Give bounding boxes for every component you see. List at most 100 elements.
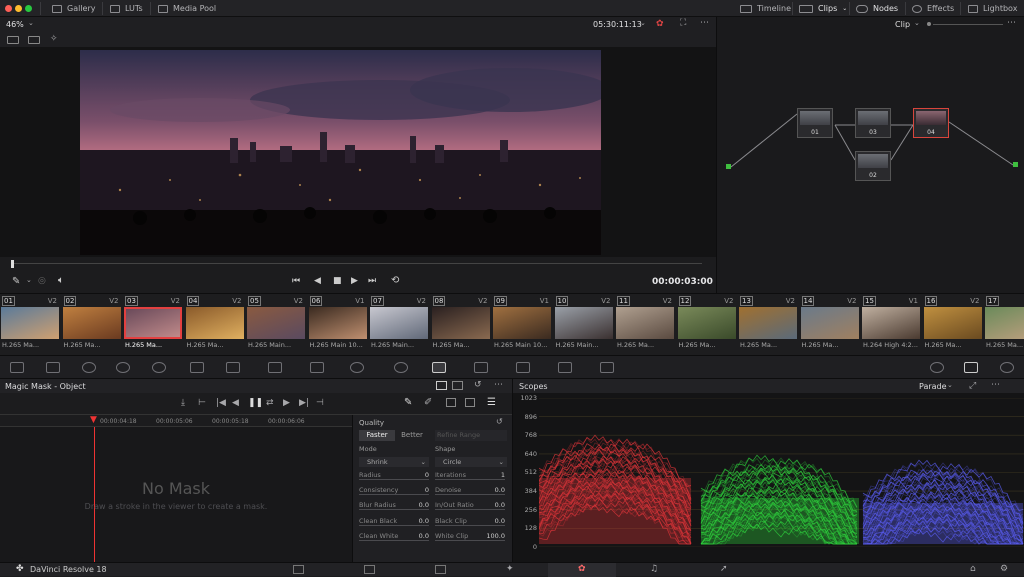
- subtract-stroke-icon[interactable]: ✐: [424, 397, 432, 408]
- info-icon[interactable]: [1000, 362, 1014, 373]
- scope-type-dropdown-icon[interactable]: ⌄: [947, 381, 953, 389]
- qualifier-icon[interactable]: [310, 362, 324, 373]
- mask-options-icon[interactable]: ⋯: [494, 380, 503, 390]
- go-to-start-button[interactable]: ⏮︎: [292, 276, 300, 286]
- clip-thumbnail-15[interactable]: 15 V1 H.264 High 4:2...: [861, 294, 922, 356]
- step-back-icon[interactable]: |◀: [216, 398, 226, 408]
- clip-thumbnail-13[interactable]: 13 V2 H.265 Ma...: [738, 294, 799, 356]
- blur-radius-field[interactable]: Blur Radius 0.0: [359, 501, 429, 510]
- color-page-icon[interactable]: ✿: [578, 564, 586, 574]
- clip-thumbnail-06[interactable]: 06 V1 H.265 Main 10...: [308, 294, 369, 356]
- clean-white-field[interactable]: Clean White 0.0: [359, 532, 429, 541]
- mask-overlay-icon[interactable]: [436, 381, 447, 390]
- fusion-page-icon[interactable]: ✦: [506, 564, 514, 574]
- quality-reset-icon[interactable]: ↺: [496, 417, 503, 426]
- feature-mask-icon[interactable]: [465, 398, 475, 407]
- track-both-icon[interactable]: ⇄: [266, 398, 274, 408]
- loop-button[interactable]: ⟲: [391, 275, 399, 286]
- media-pool-button[interactable]: Media Pool: [158, 0, 216, 17]
- lightbox-button[interactable]: Lightbox: [968, 0, 1017, 17]
- nodes-button[interactable]: Nodes: [856, 0, 898, 17]
- fairlight-page-icon[interactable]: ♫: [650, 564, 658, 574]
- close-window-button[interactable]: [5, 5, 12, 12]
- add-stroke-icon[interactable]: ✎: [404, 397, 412, 408]
- play-button[interactable]: ▶: [351, 276, 358, 286]
- mask-view-icon[interactable]: [452, 381, 463, 390]
- viewer-options-icon[interactable]: ⋯: [700, 18, 709, 28]
- track-reverse-icon[interactable]: ◀: [232, 398, 239, 408]
- media-page-icon[interactable]: [293, 565, 304, 574]
- duration-timecode[interactable]: 00:00:03:00: [652, 277, 713, 287]
- timeline-button[interactable]: Timeline: [740, 0, 791, 17]
- mode-select[interactable]: Shrink ⌄: [359, 457, 429, 467]
- consistency-field[interactable]: Consistency 0: [359, 486, 429, 495]
- node-editor[interactable]: Clip ⌄ ⋯ 01 03 04 02: [716, 17, 1024, 293]
- pause-icon[interactable]: ❚❚: [248, 398, 263, 408]
- overlay-icon[interactable]: ◎: [38, 276, 46, 286]
- step-forward-icon[interactable]: ▶|: [299, 398, 309, 408]
- maximize-window-button[interactable]: [25, 5, 32, 12]
- settings-sliders-icon[interactable]: ☰: [487, 397, 496, 408]
- source-timecode[interactable]: 05:30:11:13: [593, 20, 642, 29]
- window-icon[interactable]: [350, 362, 364, 373]
- clip-thumbnail-strip[interactable]: 01 V2 H.265 Ma... 02 V2 H.265 Ma... 03 V2 H.265 …: [0, 293, 1024, 355]
- scopes-toggle-icon[interactable]: [964, 362, 978, 373]
- volume-icon[interactable]: 🔈︎: [58, 275, 64, 286]
- color-match-icon[interactable]: [46, 362, 60, 373]
- clip-thumbnail-11[interactable]: 11 V2 H.265 Ma...: [615, 294, 676, 356]
- clean-black-field[interactable]: Clean Black 0.0: [359, 517, 429, 526]
- eyedropper-dropdown-icon[interactable]: ⌄: [26, 276, 32, 284]
- node-02[interactable]: 02: [855, 151, 891, 181]
- clip-thumbnail-16[interactable]: 16 V2 H.265 Ma...: [923, 294, 984, 356]
- tracker-icon[interactable]: [394, 362, 408, 373]
- deliver-page-icon[interactable]: ➚: [720, 564, 728, 574]
- zoom-dropdown-icon[interactable]: ⌄: [28, 19, 34, 27]
- track-forward-frame-icon[interactable]: ⊣: [316, 398, 324, 408]
- mask-timeline-area[interactable]: No Mask Draw a stroke in the viewer to c…: [0, 427, 352, 562]
- scrub-track[interactable]: [12, 263, 702, 264]
- clips-button[interactable]: Clips ⌄: [799, 0, 847, 17]
- key-icon[interactable]: [516, 362, 530, 373]
- camera-raw-icon[interactable]: [10, 362, 24, 373]
- clip-thumbnail-14[interactable]: 14 V2 H.265 Ma...: [800, 294, 861, 356]
- luts-button[interactable]: LUTs: [110, 0, 143, 17]
- iterations-field[interactable]: Iterations 1: [435, 471, 505, 480]
- 3d-icon[interactable]: [600, 362, 614, 373]
- timecode-dropdown-icon[interactable]: ⌄: [640, 19, 646, 27]
- clip-thumbnail-10[interactable]: 10 V2 H.265 Main...: [554, 294, 615, 356]
- home-icon[interactable]: ⌂: [970, 564, 976, 574]
- node-01[interactable]: 01: [797, 108, 833, 138]
- gallery-button[interactable]: Gallery: [52, 0, 96, 17]
- rgb-mixer-icon[interactable]: [116, 362, 130, 373]
- clip-thumbnail-07[interactable]: 07 V2 H.265 Main...: [369, 294, 430, 356]
- scope-type-select[interactable]: Parade: [919, 382, 947, 391]
- minimize-window-button[interactable]: [15, 5, 22, 12]
- person-mask-icon[interactable]: [446, 398, 456, 407]
- node-04[interactable]: 04: [913, 108, 949, 138]
- playhead[interactable]: [11, 260, 14, 268]
- in-out-ratio-field[interactable]: In/Out Ratio 0.0: [435, 501, 505, 510]
- mask-playhead-marker[interactable]: ▼: [90, 415, 97, 425]
- zoom-level[interactable]: 46%: [6, 20, 24, 29]
- shape-select[interactable]: Circle ⌄: [435, 457, 507, 467]
- hdr-icon[interactable]: [190, 362, 204, 373]
- clip-thumbnail-09[interactable]: 09 V1 H.265 Main 10...: [492, 294, 553, 356]
- black-clip-field[interactable]: Black Clip 0.0: [435, 517, 505, 526]
- cut-page-icon[interactable]: [364, 565, 375, 574]
- magic-mask-icon[interactable]: [432, 362, 446, 373]
- edit-page-icon[interactable]: [435, 565, 446, 574]
- color-wheel-icon[interactable]: ✿: [656, 19, 664, 29]
- clip-thumbnail-03[interactable]: 03 V2 H.265 Ma...: [123, 294, 184, 356]
- motion-effects-icon[interactable]: [152, 362, 166, 373]
- track-backward-icon[interactable]: ⤓: [181, 398, 185, 408]
- clip-thumbnail-17[interactable]: 17V2H.265 Ma...: [984, 294, 1024, 356]
- scrub-bar[interactable]: [0, 257, 716, 271]
- fullscreen-icon[interactable]: ⛶: [680, 18, 686, 28]
- track-reverse-frame-icon[interactable]: ⊢: [198, 398, 206, 408]
- split-screen-icon[interactable]: [7, 36, 19, 44]
- eyedropper-icon[interactable]: ✎: [12, 276, 20, 287]
- highlight-icon[interactable]: ✧: [50, 34, 58, 44]
- reset-icon[interactable]: ↺: [474, 380, 482, 390]
- node-03[interactable]: 03: [855, 108, 891, 138]
- single-view-icon[interactable]: [28, 36, 40, 44]
